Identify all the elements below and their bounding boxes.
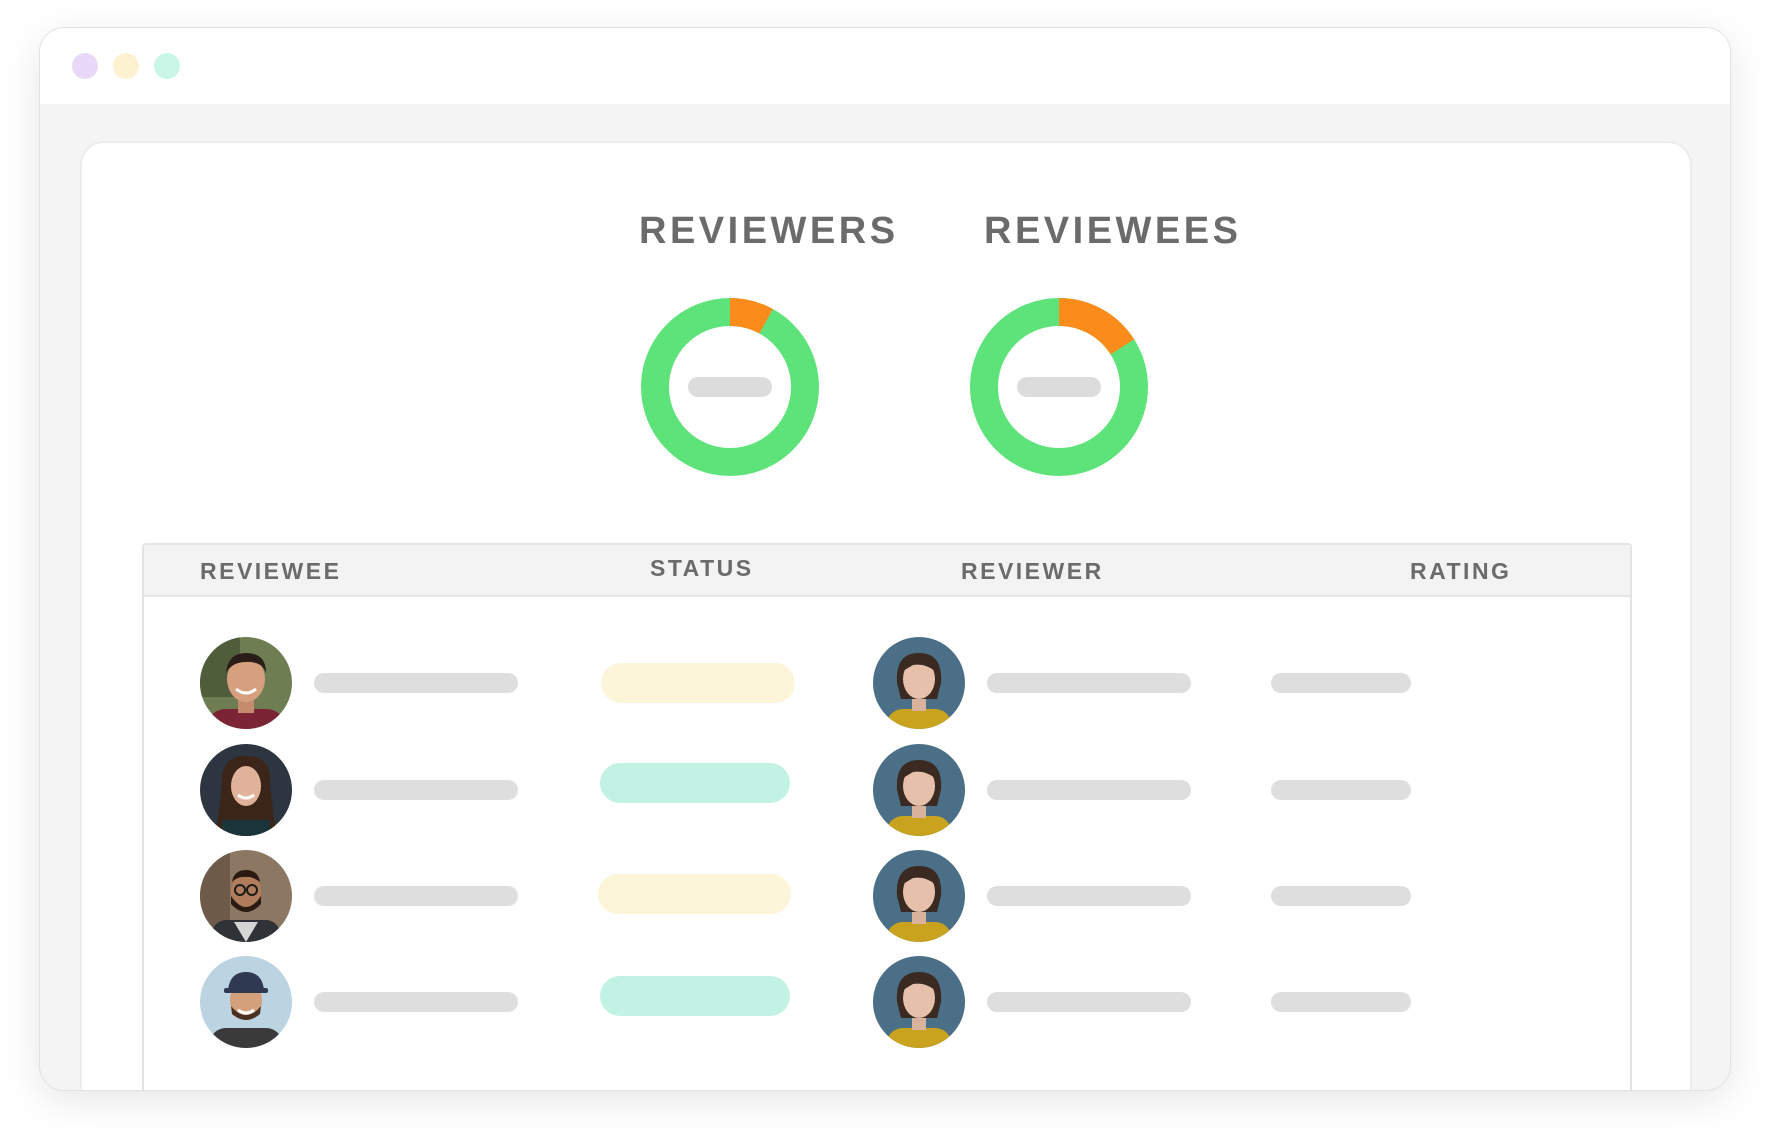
column-header-reviewee[interactable]: REVIEWEE (200, 558, 341, 585)
status-badge[interactable] (598, 874, 791, 914)
reviewee-name-placeholder (314, 992, 518, 1012)
rating-placeholder (1271, 992, 1411, 1012)
woman-yellow-shirt-avatar (873, 850, 965, 942)
table-row[interactable] (144, 637, 1630, 729)
status-badge[interactable] (601, 663, 795, 703)
review-dashboard-card: REVIEWERS REVIEWEES REVIEWEE STATUS REVI… (82, 143, 1690, 1090)
window-dot-green[interactable] (154, 53, 180, 79)
reviewee-name-placeholder (314, 673, 518, 693)
woman-yellow-shirt-avatar (873, 744, 965, 836)
reviewees-donut-chart (969, 297, 1149, 477)
man-glasses-beard-avatar (200, 850, 292, 942)
reviewee-name-placeholder (314, 886, 518, 906)
status-badge[interactable] (600, 976, 790, 1016)
man-cap-beard-avatar (200, 956, 292, 1048)
woman-long-hair-avatar (200, 744, 292, 836)
rating-placeholder (1271, 886, 1411, 906)
man-dark-hair-smiling-avatar (200, 637, 292, 729)
rating-placeholder (1271, 780, 1411, 800)
rating-placeholder (1271, 673, 1411, 693)
reviews-table: REVIEWEE STATUS REVIEWER RATING (142, 543, 1632, 1090)
column-header-status[interactable]: STATUS (650, 555, 754, 582)
table-row[interactable] (144, 744, 1630, 836)
window-dot-purple[interactable] (72, 53, 98, 79)
reviewer-name-placeholder (987, 992, 1191, 1012)
window-dot-yellow[interactable] (113, 53, 139, 79)
reviewer-name-placeholder (987, 886, 1191, 906)
status-badge[interactable] (600, 763, 790, 803)
reviewers-donut-chart (640, 297, 820, 477)
reviewers-chart-title: REVIEWERS (639, 210, 899, 252)
window-titlebar (40, 28, 1730, 104)
reviewees-chart-title: REVIEWEES (984, 210, 1242, 252)
reviewer-name-placeholder (987, 673, 1191, 693)
reviewee-name-placeholder (314, 780, 518, 800)
reviewer-name-placeholder (987, 780, 1191, 800)
browser-window: REVIEWERS REVIEWEES REVIEWEE STATUS REVI… (40, 28, 1730, 1090)
column-header-rating[interactable]: RATING (1410, 558, 1511, 585)
reviewers-value-placeholder (688, 377, 772, 397)
column-header-reviewer[interactable]: REVIEWER (961, 558, 1104, 585)
table-header: REVIEWEE STATUS REVIEWER RATING (144, 545, 1630, 597)
reviewees-value-placeholder (1017, 377, 1101, 397)
woman-yellow-shirt-avatar (873, 637, 965, 729)
table-row[interactable] (144, 850, 1630, 942)
woman-yellow-shirt-avatar (873, 956, 965, 1048)
table-row[interactable] (144, 956, 1630, 1048)
